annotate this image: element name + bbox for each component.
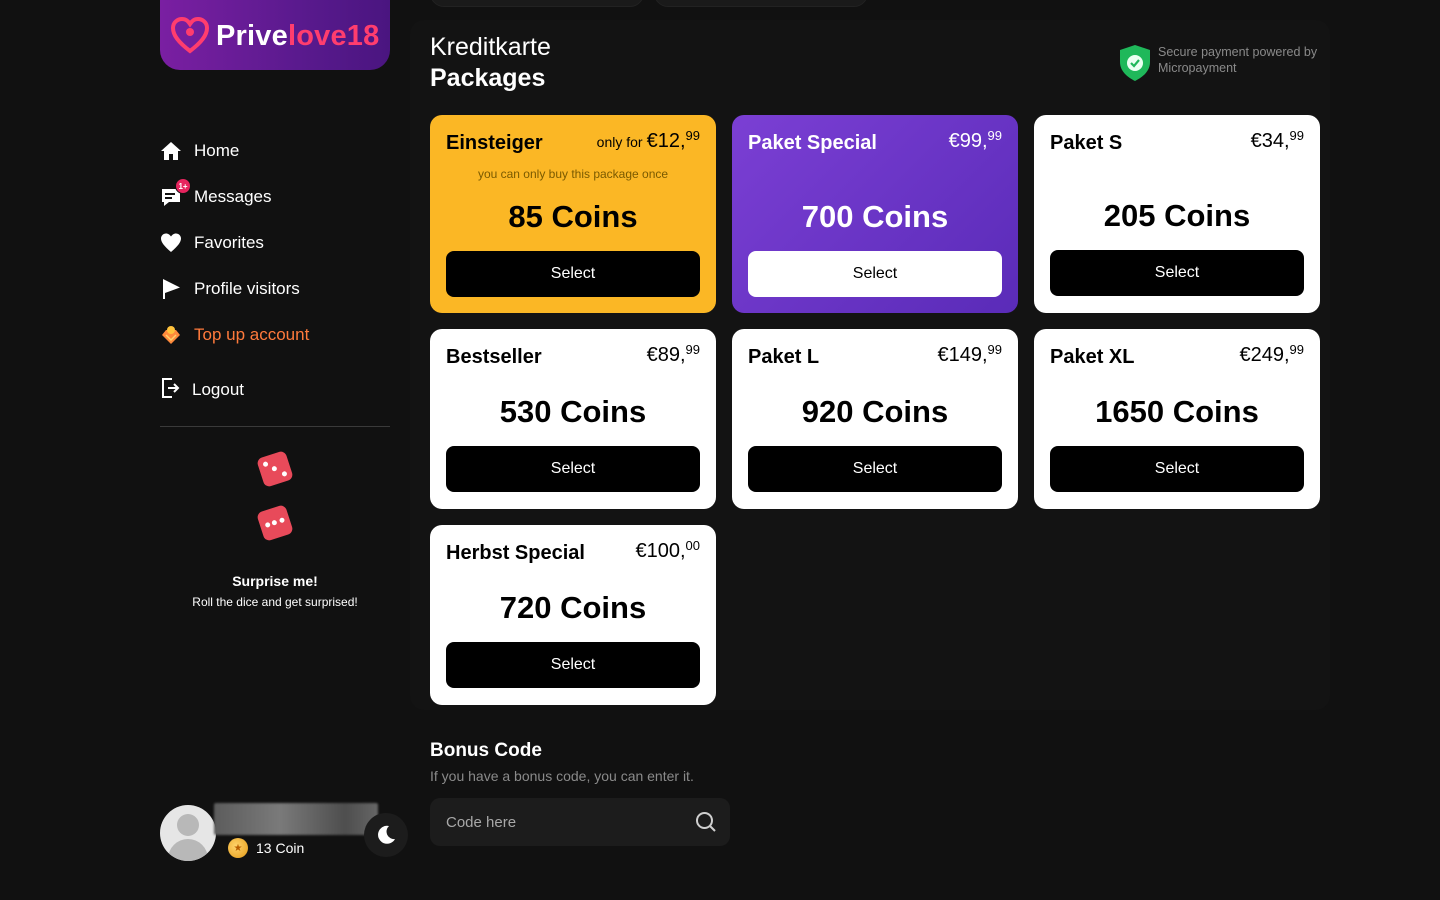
- sidebar-item-label: Favorites: [194, 233, 264, 252]
- package-card-paket-s: Paket S €34,99 205 Coins Select: [1034, 115, 1320, 313]
- secure-payment-badge: Secure payment powered by Micropayment: [1118, 44, 1328, 82]
- coins-icon: [160, 324, 182, 346]
- select-button[interactable]: Select: [446, 251, 700, 297]
- payment-method-title: Kreditkarte: [430, 33, 551, 61]
- package-coins: 85 Coins: [508, 199, 638, 234]
- bonus-code-subtitle: If you have a bonus code, you can enter …: [430, 768, 694, 784]
- dice-icon[interactable]: [256, 450, 294, 488]
- secure-payment-text: Secure payment powered by Micropayment: [1158, 45, 1318, 75]
- select-button[interactable]: Select: [1050, 250, 1304, 296]
- sidebar-nav: Home 1+ Messages Favorites Profile visit…: [160, 128, 390, 358]
- top-tab-right[interactable]: [654, 0, 868, 7]
- flag-icon: [160, 278, 182, 300]
- package-price: €149,99: [937, 342, 1002, 366]
- package-price: €99,99: [948, 128, 1002, 152]
- avatar[interactable]: [160, 805, 216, 861]
- packages-title: Packages: [430, 64, 546, 92]
- sidebar-item-top-up[interactable]: Top up account: [160, 312, 390, 358]
- dice-icon[interactable]: [256, 504, 294, 542]
- sidebar-item-label: Top up account: [194, 325, 310, 344]
- heart-logo-icon: [170, 16, 210, 54]
- surprise-title[interactable]: Surprise me!: [160, 573, 390, 589]
- logout-button[interactable]: Logout: [160, 370, 244, 410]
- package-card-paket-xl: Paket XL €249,99 1650 Coins Select: [1034, 329, 1320, 509]
- messages-badge: 1+: [175, 178, 191, 194]
- package-coins: 720 Coins: [499, 590, 647, 625]
- bonus-code-input[interactable]: [430, 798, 730, 846]
- brand-name: Privelove18: [216, 19, 380, 52]
- shield-check-icon: [1120, 45, 1150, 81]
- package-price: €249,99: [1239, 342, 1304, 366]
- surprise-subtitle: Roll the dice and get surprised!: [192, 595, 358, 609]
- package-coins: 920 Coins: [801, 394, 949, 429]
- messages-icon: 1+: [160, 178, 191, 208]
- package-name: Paket Special: [748, 132, 877, 154]
- bonus-code-title: Bonus Code: [430, 740, 542, 761]
- select-button[interactable]: Select: [748, 251, 1002, 297]
- sidebar-item-label: Messages: [194, 187, 272, 206]
- sidebar-item-favorites[interactable]: Favorites: [160, 220, 390, 266]
- package-card-herbst-special: Herbst Special €100,00 720 Coins Select: [430, 525, 716, 705]
- package-card-bestseller: Bestseller €89,99 530 Coins Select: [430, 329, 716, 509]
- sidebar-item-label: Home: [194, 141, 240, 160]
- package-price: €34,99: [1250, 128, 1304, 152]
- select-button[interactable]: Select: [748, 446, 1002, 492]
- package-coins: 700 Coins: [801, 199, 949, 234]
- select-button[interactable]: Select: [446, 642, 700, 688]
- heart-icon: [160, 232, 182, 254]
- package-note: you can only buy this package once: [477, 167, 669, 181]
- package-price: only for €12,99: [596, 128, 700, 152]
- package-coins: 1650 Coins: [1095, 394, 1259, 429]
- package-coins: 205 Coins: [1103, 198, 1251, 233]
- package-name: Herbst Special: [446, 542, 585, 564]
- sidebar-item-profile-visitors[interactable]: Profile visitors: [160, 266, 390, 312]
- select-button[interactable]: Select: [1050, 446, 1304, 492]
- coin-balance: ★ 13 Coin: [228, 838, 304, 858]
- sidebar-item-label: Profile visitors: [194, 279, 300, 298]
- package-card-paket-special: Paket Special €99,99 700 Coins Select: [732, 115, 1018, 313]
- package-coins: 530 Coins: [499, 394, 647, 429]
- package-price: €89,99: [646, 342, 700, 366]
- package-name: Paket S: [1050, 132, 1123, 154]
- user-panel: ★ 13 Coin: [160, 803, 410, 861]
- logout-icon: [160, 377, 180, 404]
- username-blurred: [214, 803, 378, 835]
- search-icon[interactable]: [694, 810, 718, 834]
- select-button[interactable]: Select: [446, 446, 700, 492]
- package-name: Paket L: [748, 346, 820, 368]
- logout-label: Logout: [192, 380, 244, 399]
- package-name: Einsteiger: [446, 132, 543, 154]
- sidebar-item-home[interactable]: Home: [160, 128, 390, 174]
- home-icon: [160, 140, 182, 162]
- package-card-einsteiger: Einsteiger only for €12,99 you can only b…: [430, 115, 716, 313]
- package-name: Paket XL: [1050, 346, 1135, 368]
- dark-mode-toggle[interactable]: [364, 813, 408, 857]
- sidebar-item-messages[interactable]: 1+ Messages: [160, 174, 390, 220]
- top-tab-left[interactable]: [430, 0, 644, 7]
- moon-icon: [378, 825, 395, 844]
- package-price: €100,00: [635, 538, 700, 562]
- coin-balance-text: 13 Coin: [256, 840, 305, 856]
- brand-logo[interactable]: Privelove18: [160, 0, 390, 70]
- sidebar-divider: [160, 426, 390, 427]
- package-card-paket-l: Paket L €149,99 920 Coins Select: [732, 329, 1018, 509]
- package-name: Bestseller: [446, 346, 542, 368]
- coin-icon: ★: [228, 838, 248, 858]
